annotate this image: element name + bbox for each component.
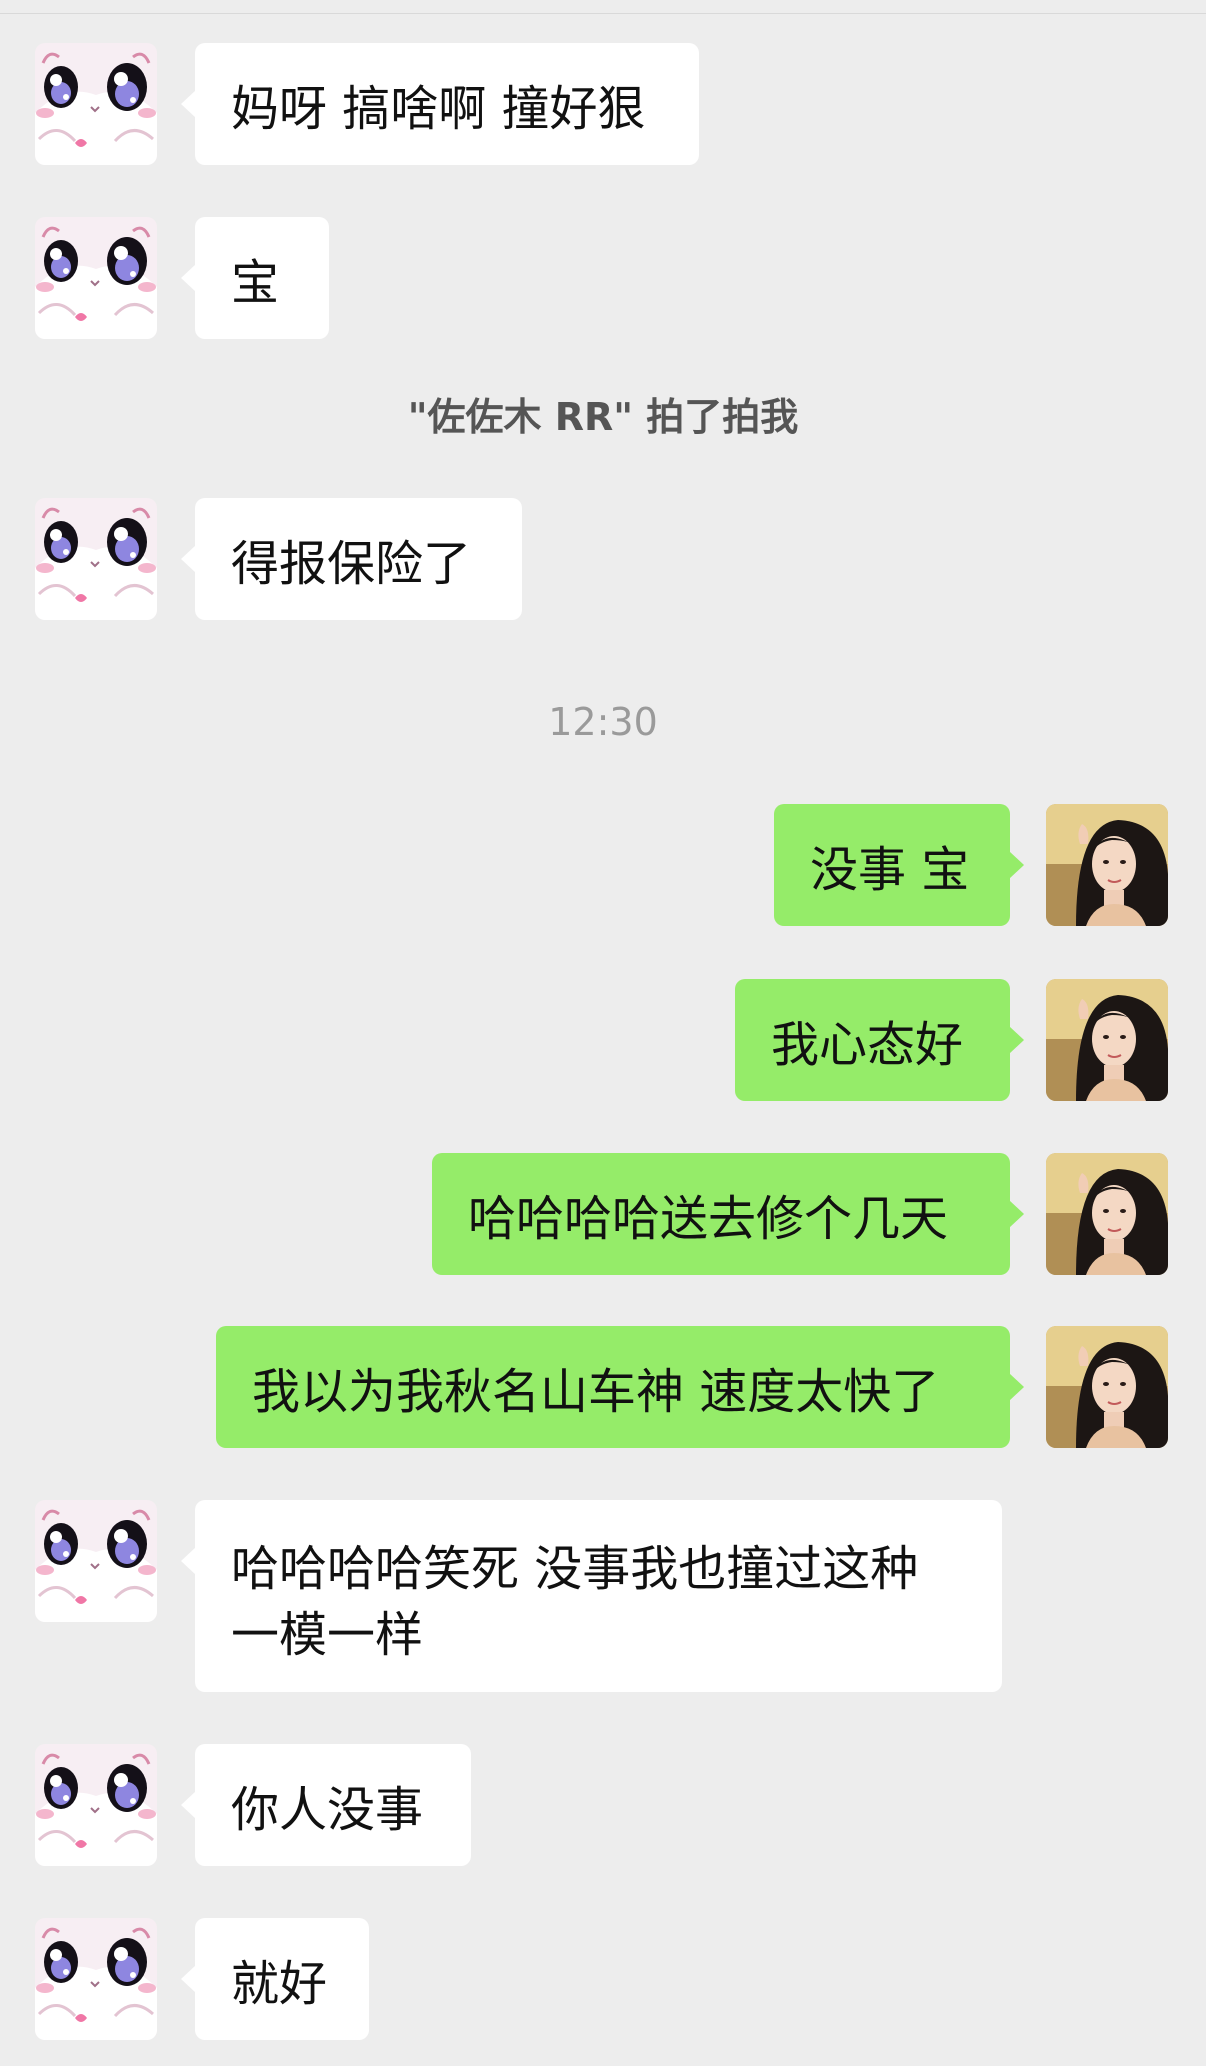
message-bubble-incoming[interactable]: 你人没事 [181,1744,471,1866]
message-text: 没事 宝 [810,842,970,898]
message-text: 就好 [231,1956,328,2012]
contact-avatar[interactable] [35,498,157,620]
message-bubble-incoming[interactable]: 就好 [181,1918,369,2040]
message-bubble-outgoing[interactable]: 我以为我秋名山车神 速度太快了 [216,1326,1024,1448]
message-bubble-incoming[interactable]: 宝 [181,217,329,339]
message-text: 宝 [231,255,280,311]
message-text: 我心态好 [771,1017,964,1073]
cartoon-cat-icon [35,43,157,165]
contact-avatar[interactable] [35,1500,157,1622]
self-avatar[interactable] [1046,1153,1168,1275]
top-divider [0,13,1206,14]
selfie-photo-icon [1046,979,1168,1101]
contact-avatar[interactable] [35,43,157,165]
self-avatar[interactable] [1046,804,1168,926]
message-text: 哈哈哈哈送去修个几天 [468,1191,949,1247]
self-avatar[interactable] [1046,1326,1168,1448]
contact-avatar[interactable] [35,1744,157,1866]
message-text: 我以为我秋名山车神 速度太快了 [252,1364,940,1420]
message-bubble-outgoing[interactable]: 我心态好 [735,979,1024,1101]
message-bubble-incoming[interactable]: 哈哈哈哈笑死 没事我也撞过这种一模一样 [181,1500,1002,1692]
cartoon-cat-icon [35,217,157,339]
message-bubble-incoming[interactable]: 妈呀 搞啥啊 撞好狠 [181,43,699,165]
contact-avatar[interactable] [35,217,157,339]
message-text: 你人没事 [231,1782,424,1838]
self-avatar[interactable] [1046,979,1168,1101]
message-bubble-outgoing[interactable]: 没事 宝 [774,804,1024,926]
selfie-photo-icon [1046,1153,1168,1275]
cartoon-cat-icon [35,1744,157,1866]
selfie-photo-icon [1046,1326,1168,1448]
cartoon-cat-icon [35,1918,157,2040]
message-text: 得报保险了 [231,536,472,592]
cartoon-cat-icon [35,1500,157,1622]
message-bubble-incoming[interactable]: 得报保险了 [181,498,522,620]
cartoon-cat-icon [35,498,157,620]
message-text: 妈呀 搞啥啊 撞好狠 [231,81,646,137]
selfie-photo-icon [1046,804,1168,926]
message-text: 哈哈哈哈笑死 没事我也撞过这种一模一样 [231,1541,919,1663]
pat-system-note: "佐佐木 RR" 拍了拍我 [407,395,799,439]
message-bubble-outgoing[interactable]: 哈哈哈哈送去修个几天 [432,1153,1024,1275]
contact-avatar[interactable] [35,1918,157,2040]
message-timestamp: 12:30 [548,700,658,744]
